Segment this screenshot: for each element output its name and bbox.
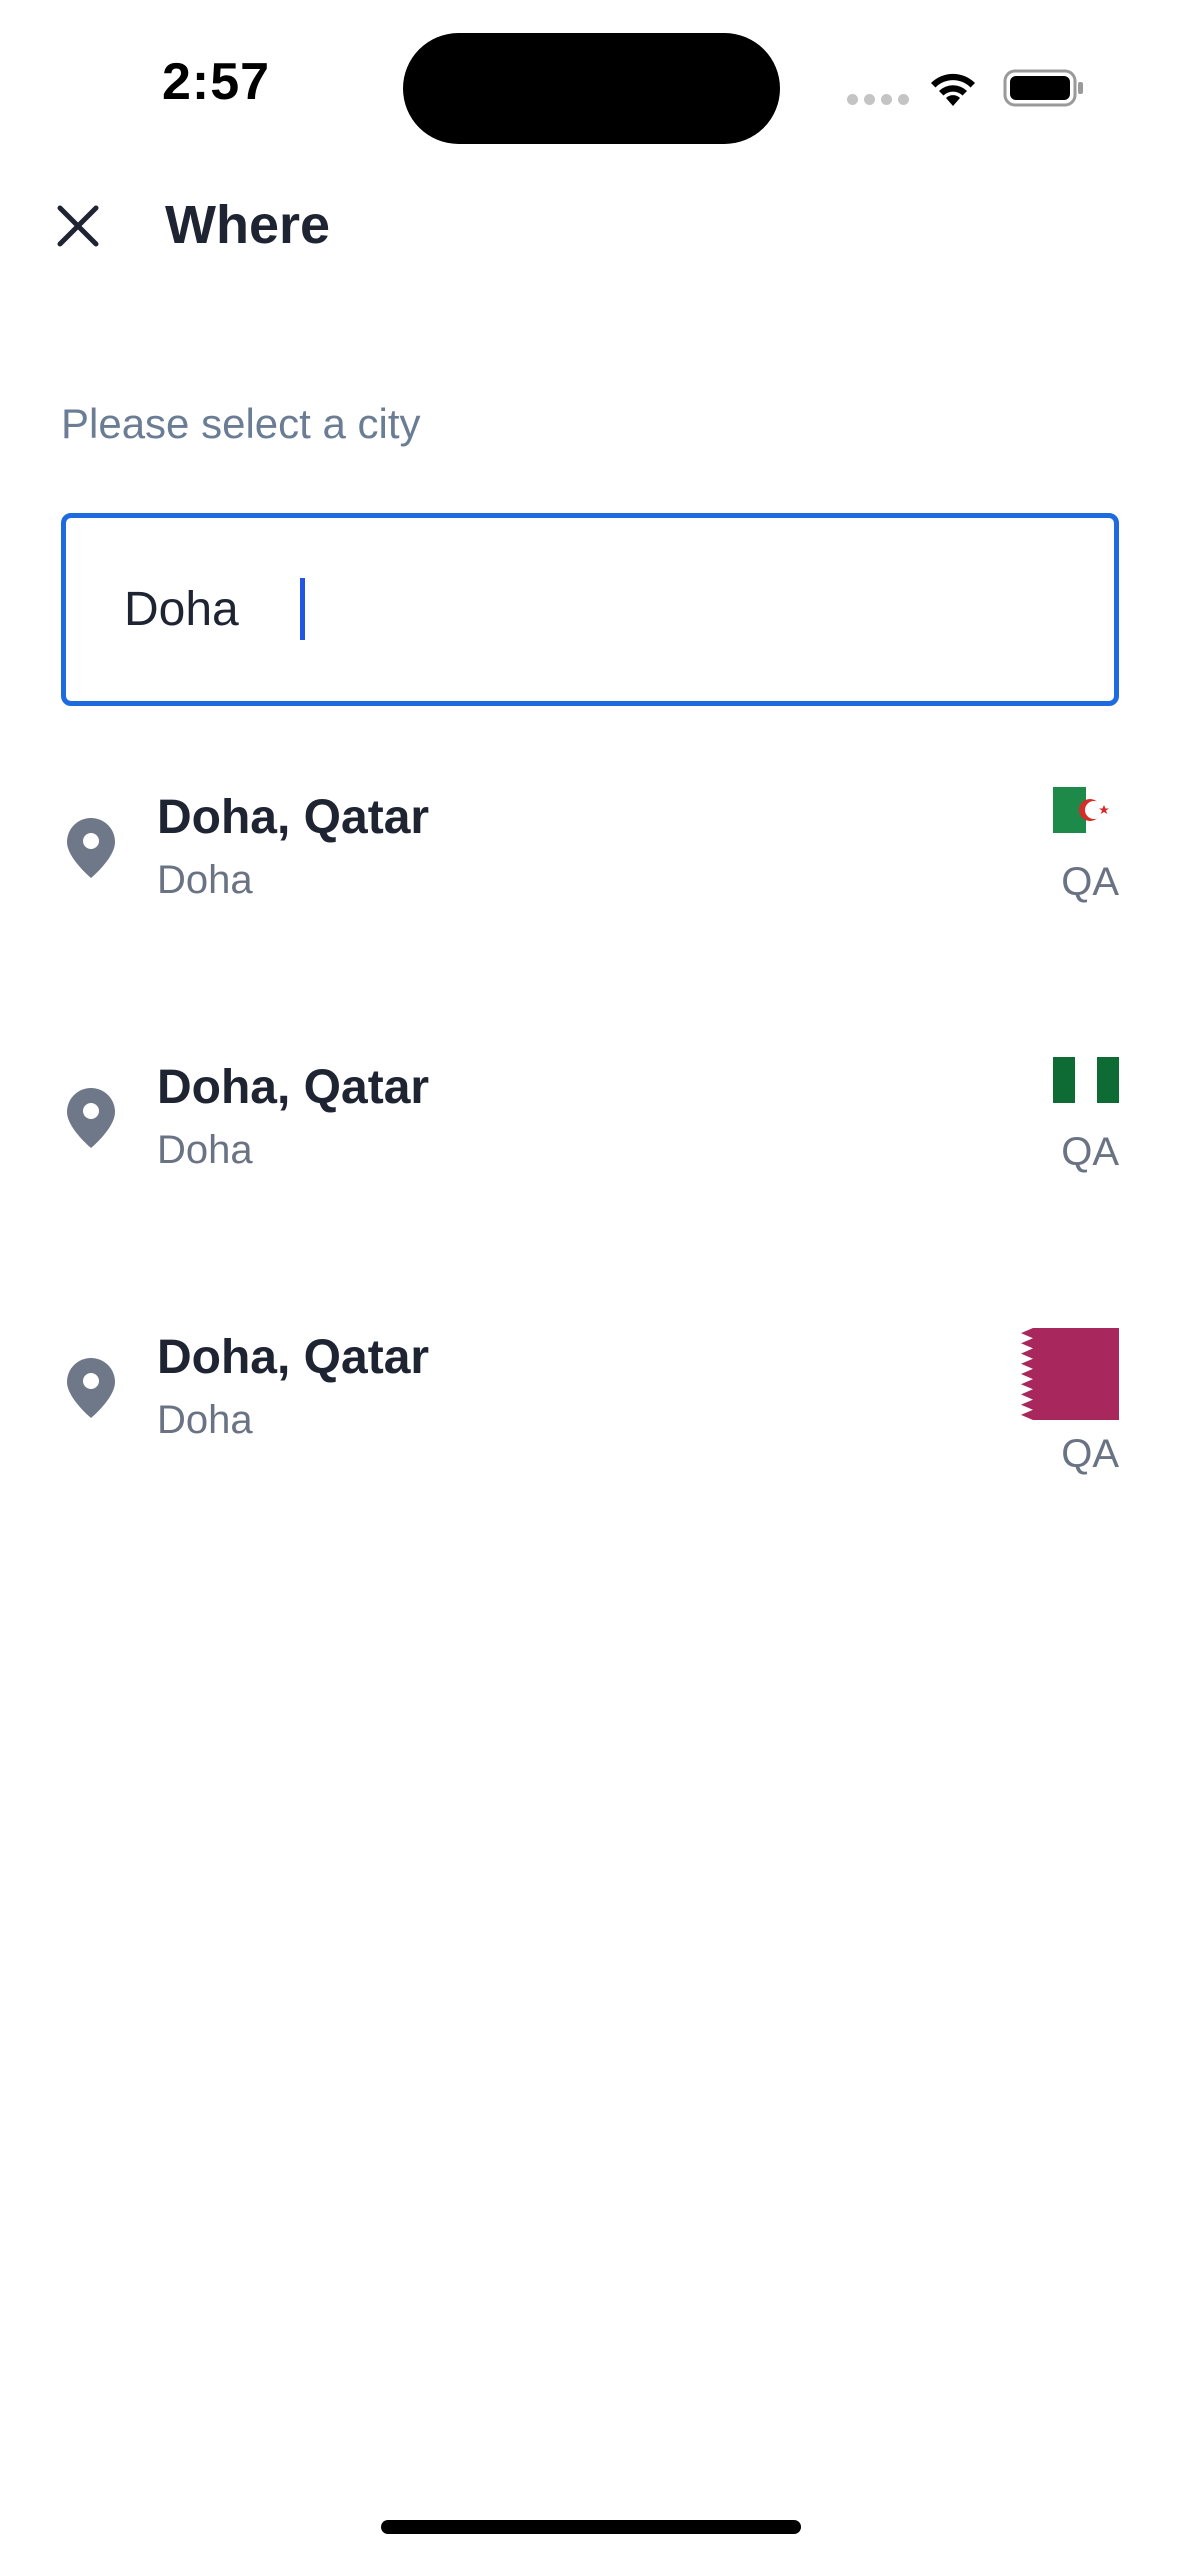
nigeria-flag-icon	[1053, 1057, 1119, 1103]
close-icon	[57, 205, 99, 247]
city-result-item[interactable]: Doha, Qatar Doha QA	[61, 1040, 1119, 1230]
country-code: QA	[1061, 860, 1119, 904]
battery-icon	[1003, 69, 1083, 107]
result-subtitle: Doha	[157, 1128, 253, 1172]
home-indicator[interactable]	[381, 2520, 801, 2534]
location-pin-icon	[67, 1358, 115, 1418]
cellular-signal-icon	[847, 94, 909, 105]
status-time: 2:57	[162, 53, 271, 111]
algeria-flag-icon	[1053, 787, 1119, 833]
location-pin-icon	[67, 1088, 115, 1148]
result-title: Doha, Qatar	[157, 1331, 430, 1384]
city-result-item[interactable]: Doha, Qatar Doha QA	[61, 770, 1119, 960]
close-button[interactable]	[50, 198, 106, 254]
city-search-input[interactable]	[124, 582, 1024, 637]
country-code: QA	[1061, 1432, 1119, 1476]
country-code: QA	[1061, 1130, 1119, 1174]
location-pin-icon	[67, 818, 115, 878]
result-title: Doha, Qatar	[157, 791, 430, 844]
result-subtitle: Doha	[157, 858, 253, 902]
city-search-field[interactable]	[61, 513, 1119, 706]
result-subtitle: Doha	[157, 1398, 253, 1442]
wifi-icon	[931, 73, 975, 106]
select-city-prompt: Please select a city	[61, 400, 421, 447]
result-title: Doha, Qatar	[157, 1061, 430, 1114]
text-caret	[300, 578, 305, 640]
page-title: Where	[165, 195, 331, 255]
dynamic-island	[403, 33, 780, 144]
city-result-item[interactable]: Doha, Qatar Doha QA	[61, 1310, 1119, 1510]
qatar-flag-icon	[1003, 1328, 1119, 1420]
